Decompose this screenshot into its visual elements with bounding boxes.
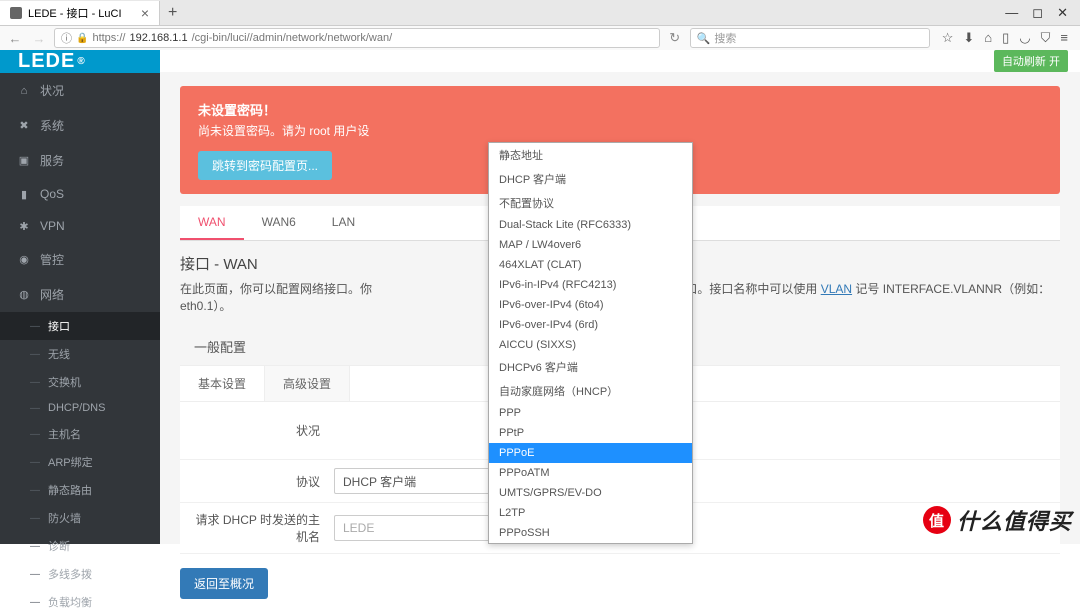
browser-chrome: LEDE - 接口 - LuCI × + — ◻ ✕ ← → ⓘ 🔒 https… [0,0,1080,50]
url-input[interactable]: ⓘ 🔒 https://192.168.1.1/cgi-bin/luci//ad… [54,28,660,48]
option-6rd[interactable]: IPv6-over-IPv4 (6rd) [489,315,692,335]
sidebar-item-status[interactable]: ⌂状况 [0,73,160,108]
lock-icon: 🔒 [76,33,88,44]
option-unmanaged[interactable]: 不配置协议 [489,191,692,215]
main-content: 自动刷新 开 未设置密码！ 尚未设置密码。请为 root 用户设 跳转到密码配置… [160,50,1080,544]
tab-wan6[interactable]: WAN6 [244,206,314,240]
subtab-advanced[interactable]: 高级设置 [265,366,350,401]
tab-favicon [10,7,22,19]
maximize-icon[interactable]: ◻ [1032,5,1043,21]
option-map[interactable]: MAP / LW4over6 [489,235,692,255]
forward-icon[interactable]: → [30,31,48,46]
browser-tab[interactable]: LEDE - 接口 - LuCI × [0,1,160,25]
watermark-badge-icon: 值 [923,506,951,534]
star-icon[interactable]: ☆ [942,30,954,46]
library-icon[interactable]: ▯ [1002,30,1009,46]
sidebar-item-control[interactable]: ◉管控 [0,242,160,277]
download-icon[interactable]: ⬇ [963,30,974,46]
search-input[interactable]: 🔍 搜索 [690,28,930,48]
option-pppoe[interactable]: PPPoE [489,443,692,463]
sidebar-sub-interfaces[interactable]: 接口 [0,312,160,340]
sidebar-sub-switch[interactable]: 交换机 [0,368,160,396]
alert-message: 尚未设置密码。请为 root 用户设 [198,122,1042,139]
tab-bar: LEDE - 接口 - LuCI × + — ◻ ✕ [0,0,1080,26]
sidebar-item-qos[interactable]: ▮QoS [0,178,160,210]
subtab-basic[interactable]: 基本设置 [180,366,265,401]
option-static[interactable]: 静态地址 [489,143,692,167]
sidebar-sub-loadbalance[interactable]: 负载均衡 [0,588,160,616]
sidebar-item-vpn[interactable]: ✱VPN [0,210,160,242]
option-aiccu[interactable]: AICCU (SIXXS) [489,335,692,355]
sidebar-sub-arp-bind[interactable]: ARP绑定 [0,448,160,476]
eye-icon: ◉ [18,253,30,266]
option-dhcpv6[interactable]: DHCPv6 客户端 [489,355,692,379]
vlan-link[interactable]: VLAN [821,282,852,296]
pocket-icon[interactable]: ◡ [1019,30,1030,46]
tools-icon: ✖ [18,119,30,132]
sidebar-sub-firewall[interactable]: 防火墙 [0,504,160,532]
address-bar: ← → ⓘ 🔒 https://192.168.1.1/cgi-bin/luci… [0,26,1080,50]
option-dslite[interactable]: Dual-Stack Lite (RFC6333) [489,215,692,235]
option-dhcp[interactable]: DHCP 客户端 [489,167,692,191]
auto-refresh-toggle[interactable]: 自动刷新 开 [994,50,1068,72]
menu-icon[interactable]: ≡ [1060,30,1068,46]
new-tab-button[interactable]: + [160,4,185,22]
tab-wan[interactable]: WAN [180,206,244,240]
globe-icon: ◍ [18,288,30,301]
home-icon[interactable]: ⌂ [984,30,992,46]
link-icon: ✱ [18,220,30,233]
close-window-icon[interactable]: ✕ [1057,5,1068,21]
label-status: 状况 [194,422,334,439]
back-icon[interactable]: ← [6,31,24,46]
sidebar-sub-diagnostics[interactable]: 诊断 [0,532,160,560]
sidebar-sub-static-routes[interactable]: 静态路由 [0,476,160,504]
sidebar-sub-wireless[interactable]: 无线 [0,340,160,368]
back-to-overview-button[interactable]: 返回至概况 [180,568,268,599]
option-pptp[interactable]: PPtP [489,423,692,443]
window-controls: — ◻ ✕ [993,5,1080,21]
toolbar-icons: ☆ ⬇ ⌂ ▯ ◡ ⛉ ≡ [936,30,1074,46]
sidebar-sub-dhcp-dns[interactable]: DHCP/DNS [0,396,160,420]
bars-icon: ▮ [18,188,30,201]
topbar: 自动刷新 开 [160,50,1080,72]
tab-close-icon[interactable]: × [141,5,149,21]
option-6to4[interactable]: IPv6-over-IPv4 (6to4) [489,295,692,315]
app-container: LEDE® ⌂状况 ✖系统 ▣服务 ▮QoS ✱VPN ◉管控 ◍网络 接口 无… [0,50,1080,544]
shield-icon[interactable]: ⛉ [1041,30,1051,46]
reload-icon[interactable]: ↻ [666,30,684,46]
info-icon: ⓘ [61,30,72,46]
sidebar-sub-mwan[interactable]: 多线多拨 [0,560,160,588]
dashboard-icon: ⌂ [18,85,30,97]
goto-password-button[interactable]: 跳转到密码配置页... [198,151,332,180]
option-464xlat[interactable]: 464XLAT (CLAT) [489,255,692,275]
search-icon: 🔍 [697,32,711,45]
label-hostname: 请求 DHCP 时发送的主机名 [194,511,334,545]
label-protocol: 协议 [194,473,334,490]
option-6in4[interactable]: IPv6-in-IPv4 (RFC4213) [489,275,692,295]
brand-logo[interactable]: LEDE® [0,50,160,73]
sidebar-item-system[interactable]: ✖系统 [0,108,160,143]
option-ppp[interactable]: PPP [489,403,692,423]
protocol-dropdown: 静态地址 DHCP 客户端 不配置协议 Dual-Stack Lite (RFC… [488,142,693,544]
option-pppossh[interactable]: PPPoSSH [489,523,692,543]
sidebar-sub-hostnames[interactable]: 主机名 [0,420,160,448]
option-l2tp[interactable]: L2TP [489,503,692,523]
sidebar: LEDE® ⌂状况 ✖系统 ▣服务 ▮QoS ✱VPN ◉管控 ◍网络 接口 无… [0,50,160,544]
alert-title: 未设置密码！ [198,100,1042,119]
minimize-icon[interactable]: — [1005,5,1018,21]
tab-lan[interactable]: LAN [314,206,373,240]
tab-title: LEDE - 接口 - LuCI [28,5,122,21]
option-hncp[interactable]: 自动家庭网络（HNCP） [489,379,692,403]
sidebar-item-services[interactable]: ▣服务 [0,143,160,178]
option-umts[interactable]: UMTS/GPRS/EV-DO [489,483,692,503]
sidebar-item-network[interactable]: ◍网络 [0,277,160,312]
watermark: 值 什么值得买 [923,504,1072,536]
cube-icon: ▣ [18,154,30,167]
option-pppoatm[interactable]: PPPoATM [489,463,692,483]
